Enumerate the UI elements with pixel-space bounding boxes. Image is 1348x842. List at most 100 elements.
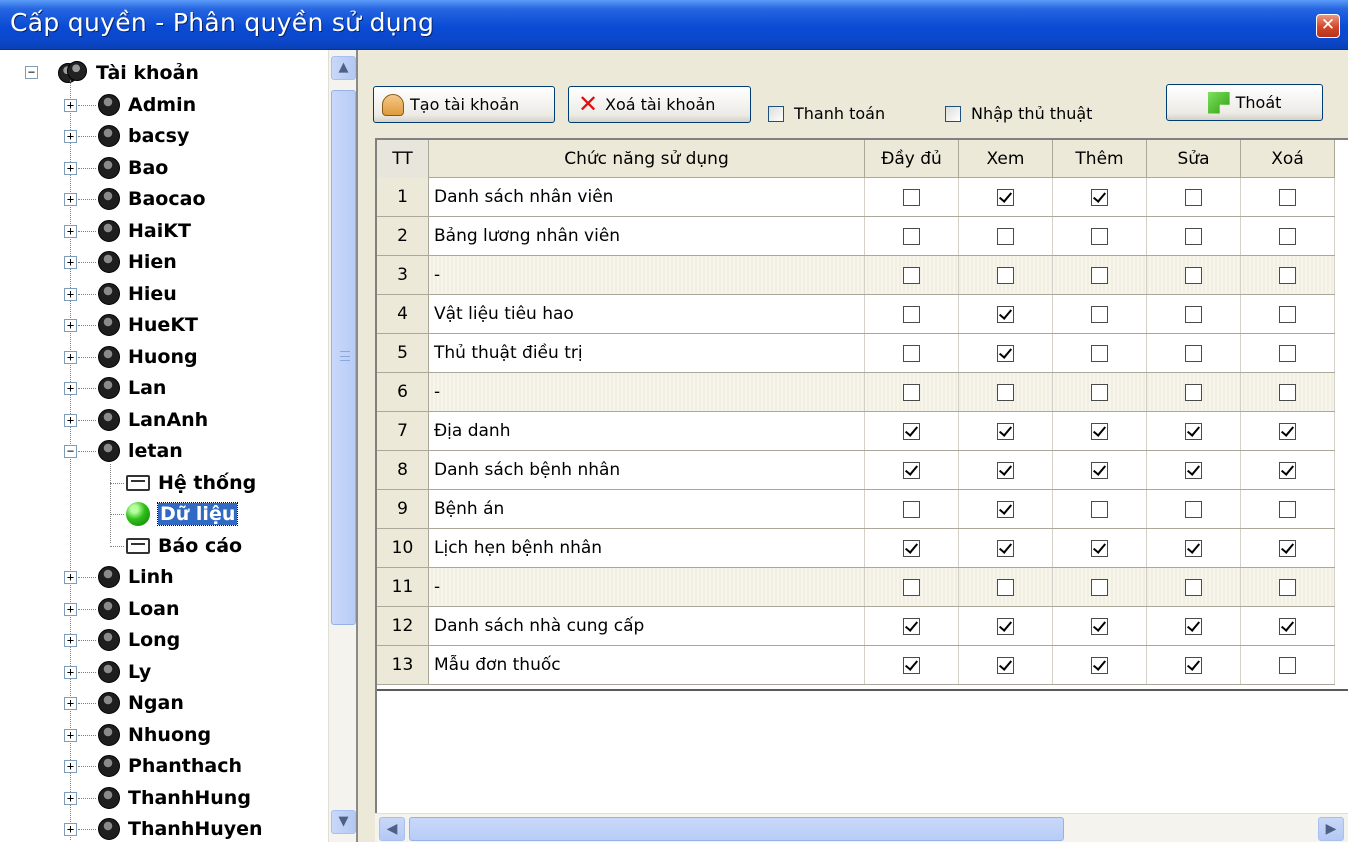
expand-icon[interactable]: + <box>64 98 77 112</box>
permission-checkbox[interactable] <box>1279 344 1296 362</box>
collapse-icon[interactable]: − <box>25 66 38 79</box>
expand-icon[interactable]: + <box>64 350 77 364</box>
tree-root[interactable]: − Tài khoản <box>25 58 199 88</box>
tree-user-linh[interactable]: + Linh <box>64 562 174 592</box>
scroll-up-icon[interactable]: ▲ <box>331 56 356 80</box>
function-name[interactable]: Bảng lương nhân viên <box>429 217 865 255</box>
tree-user-hieu[interactable]: + Hieu <box>64 279 177 309</box>
table-row[interactable]: 5 Thủ thuật điều trị <box>377 334 1335 373</box>
tree-user-huekt[interactable]: + HueKT <box>64 310 198 340</box>
permission-checkbox-checked[interactable] <box>903 539 920 557</box>
permission-checkbox[interactable] <box>1091 500 1108 518</box>
permission-checkbox-checked[interactable] <box>903 617 920 635</box>
permission-checkbox[interactable] <box>903 578 920 596</box>
scroll-down-icon[interactable]: ▼ <box>331 810 356 834</box>
expand-icon[interactable]: + <box>64 634 77 647</box>
tree-user-lan[interactable]: + Lan <box>64 373 166 403</box>
permission-checkbox-checked[interactable] <box>997 656 1014 674</box>
permission-checkbox-checked[interactable] <box>997 500 1014 518</box>
permission-checkbox-checked[interactable] <box>997 617 1014 635</box>
grid-horizontal-scrollbar[interactable]: ◀ ▶ <box>375 813 1348 842</box>
permission-checkbox[interactable] <box>1279 500 1296 518</box>
tree-user-hien[interactable]: + Hien <box>64 247 177 277</box>
payment-checkbox-box[interactable] <box>768 105 784 122</box>
permission-checkbox[interactable] <box>1185 227 1202 245</box>
permission-checkbox-checked[interactable] <box>1091 539 1108 557</box>
permission-checkbox[interactable] <box>903 188 920 206</box>
permission-checkbox-checked[interactable] <box>903 656 920 674</box>
table-row[interactable]: 3- <box>377 256 1335 295</box>
table-row[interactable]: 6- <box>377 373 1335 412</box>
permission-checkbox[interactable] <box>1091 266 1108 284</box>
permission-checkbox-checked[interactable] <box>997 305 1014 323</box>
expand-icon[interactable]: + <box>64 287 77 301</box>
tree-user-loan[interactable]: + Loan <box>64 594 180 624</box>
permission-checkbox-checked[interactable] <box>1185 617 1202 635</box>
tree-node-0[interactable]: Hệ thống <box>110 468 256 498</box>
permission-checkbox-checked[interactable] <box>903 422 920 440</box>
procedure-checkbox[interactable]: Nhập thủ thuật <box>945 104 1092 123</box>
tree-user-nhuong[interactable]: + Nhuong <box>64 720 211 750</box>
permission-checkbox-checked[interactable] <box>1279 422 1296 440</box>
permission-checkbox[interactable] <box>1185 188 1202 206</box>
expand-icon[interactable]: + <box>64 760 77 773</box>
collapse-icon[interactable]: − <box>64 445 77 458</box>
permission-checkbox-checked[interactable] <box>997 188 1014 206</box>
permission-checkbox[interactable] <box>1185 305 1202 323</box>
table-row[interactable]: 12 Danh sách nhà cung cấp <box>377 607 1335 646</box>
tree-user-letan[interactable]: − letan <box>64 436 183 466</box>
scroll-thumb[interactable] <box>331 90 356 625</box>
table-row[interactable]: 4 Vật liệu tiêu hao <box>377 295 1335 334</box>
permission-checkbox-checked[interactable] <box>997 539 1014 557</box>
permission-checkbox[interactable] <box>1279 383 1296 401</box>
function-name[interactable]: - <box>429 373 865 411</box>
tree-user-phanthach[interactable]: + Phanthach <box>64 751 242 781</box>
permission-checkbox[interactable] <box>1091 578 1108 596</box>
permission-checkbox[interactable] <box>1279 578 1296 596</box>
expand-icon[interactable]: + <box>64 193 77 206</box>
permission-checkbox[interactable] <box>997 578 1014 596</box>
expand-icon[interactable]: + <box>64 413 77 427</box>
permission-checkbox-checked[interactable] <box>1279 617 1296 635</box>
permission-checkbox[interactable] <box>1279 227 1296 245</box>
permission-checkbox[interactable] <box>903 266 920 284</box>
tree-user-admin[interactable]: + Admin <box>64 90 196 120</box>
tree-vertical-scrollbar[interactable]: ▲ ▼ <box>328 50 356 842</box>
permission-checkbox[interactable] <box>1185 266 1202 284</box>
column-header[interactable]: Chức năng sử dụng <box>429 140 865 178</box>
permission-checkbox[interactable] <box>1279 188 1296 206</box>
permission-checkbox-checked[interactable] <box>1091 461 1108 479</box>
expand-icon[interactable]: + <box>64 728 77 742</box>
permission-checkbox[interactable] <box>1185 500 1202 518</box>
tree-user-lananh[interactable]: + LanAnh <box>64 405 208 435</box>
permission-checkbox[interactable] <box>1185 383 1202 401</box>
permission-checkbox-checked[interactable] <box>903 461 920 479</box>
table-row[interactable]: 8 Danh sách bệnh nhân <box>377 451 1335 490</box>
permission-checkbox-checked[interactable] <box>1091 617 1108 635</box>
scroll-left-icon[interactable]: ◀ <box>379 817 405 841</box>
table-row[interactable]: 9 Bệnh án <box>377 490 1335 529</box>
exit-button[interactable]: Thoát <box>1166 84 1323 121</box>
permission-checkbox[interactable] <box>903 344 920 362</box>
expand-icon[interactable]: + <box>64 697 77 710</box>
expand-icon[interactable]: + <box>64 602 77 616</box>
permission-checkbox[interactable] <box>903 383 920 401</box>
permission-checkbox[interactable] <box>903 227 920 245</box>
function-name[interactable]: Bệnh án <box>429 490 865 528</box>
permission-checkbox[interactable] <box>903 305 920 323</box>
expand-icon[interactable]: + <box>64 256 77 269</box>
expand-icon[interactable]: + <box>64 665 77 679</box>
expand-icon[interactable]: + <box>64 823 77 836</box>
permission-checkbox-checked[interactable] <box>1091 656 1108 674</box>
payment-checkbox[interactable]: Thanh toán <box>768 104 885 123</box>
tree-user-ngan[interactable]: + Ngan <box>64 688 184 718</box>
expand-icon[interactable]: + <box>64 382 77 395</box>
permission-checkbox-checked[interactable] <box>1185 539 1202 557</box>
permission-checkbox[interactable] <box>1185 344 1202 362</box>
expand-icon[interactable]: + <box>64 130 77 143</box>
function-name[interactable]: Danh sách nhân viên <box>429 178 865 216</box>
function-name[interactable]: Danh sách bệnh nhân <box>429 451 865 489</box>
tree-user-baocao[interactable]: + Baocao <box>64 184 206 214</box>
close-button[interactable]: ✕ <box>1316 14 1340 38</box>
expand-icon[interactable]: + <box>64 791 77 805</box>
